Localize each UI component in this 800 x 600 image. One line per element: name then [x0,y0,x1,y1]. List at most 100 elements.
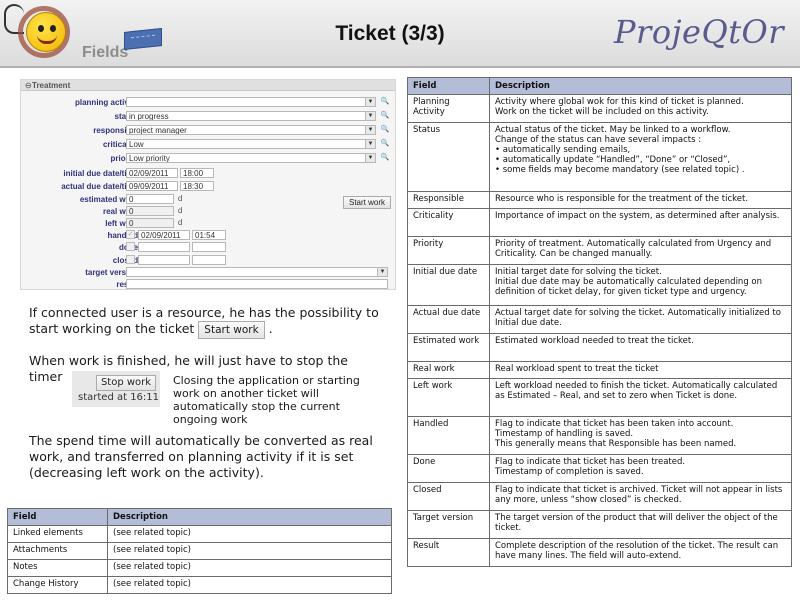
initial-due-date-input[interactable]: 02/09/2011 [126,168,178,178]
field-cell: Result [407,538,490,567]
description-line: Actual target date for solving the ticke… [495,308,781,328]
field-cell: Actual due date [407,305,490,334]
search-icon[interactable]: 🔍 [380,153,390,163]
treatment-section-header[interactable]: ⊖Treatment [21,80,395,91]
description-line: Flag to indicate that ticket has been ta… [495,419,734,429]
table-row: Priority Priority of treatment. Automatic… [407,236,792,265]
left-work-row: left work : 0 d [21,218,397,229]
search-icon[interactable]: 🔍 [380,111,390,121]
left-work-input: 0 [126,218,174,228]
description-line: The target version of the product that w… [495,513,778,533]
status-select[interactable]: in progress [126,111,366,121]
closed-date-input[interactable] [138,255,190,265]
priority-row: priority : Low priority ▼ 🔍 [21,153,397,164]
field-column-header: Field [7,508,108,526]
table-row: Linked elements (see related topic) [7,525,392,543]
responsible-select[interactable]: project manager [126,125,366,135]
started-at-text: started at 16:11 [78,392,160,403]
handled-date-input[interactable]: 02/09/2011 [138,230,190,240]
field-column-header: Field [407,77,490,95]
real-work-input: 0 [126,206,174,216]
description-line: Flag to indicate that ticket is archived… [495,485,783,505]
search-icon[interactable]: 🔍 [380,97,390,107]
chevron-down-icon[interactable]: ▼ [365,111,376,121]
field-cell: Estimated work [407,333,490,362]
result-row: result : [21,279,397,290]
actual-due-date-row: actual due date/time : 09/09/2011 18:30 [21,181,397,192]
left-work-unit: d [178,218,183,227]
field-cell: Attachments [7,542,108,560]
description-cell: Left workload needed to finish the ticke… [489,378,792,417]
search-icon[interactable]: 🔍 [380,139,390,149]
description-cell: Flag to indicate that ticket is archived… [489,482,792,511]
table-row: Handled Flag to indicate that ticket has … [407,416,792,455]
field-cell: Target version [407,510,490,539]
table-row: Actual due date Actual target date for so… [407,305,792,334]
description-bullet: some fields may become mandatory (see re… [495,165,786,175]
treatment-section: ⊖Treatment planning activity : ▼ 🔍 statu… [20,79,396,290]
target-version-select[interactable] [126,267,378,277]
description-line: Estimated workload needed to treat the t… [495,336,694,346]
planning-activity-select[interactable] [126,97,366,107]
table-row: Estimated work Estimated workload needed … [407,333,792,362]
chevron-down-icon[interactable]: ▼ [377,267,388,277]
closed-time-input[interactable] [192,255,226,265]
chevron-down-icon[interactable]: ▼ [365,97,376,107]
result-textarea[interactable] [126,279,388,289]
closed-row: closed : [21,255,397,266]
actual-due-date-input[interactable]: 09/09/2011 [126,181,178,191]
criticality-select[interactable]: Low [126,139,366,149]
description-line: Change of the status can have several im… [495,135,702,145]
description-cell: Actual status of the ticket. May be link… [489,122,792,192]
priority-select[interactable]: Low priority [126,153,366,163]
done-time-input[interactable] [192,242,226,252]
target-version-row: target version : ▼ [21,267,397,278]
chevron-down-icon[interactable]: ▼ [365,139,376,149]
start-work-button[interactable]: Start work [343,196,391,209]
description-line: Initial due date may be automatically ca… [495,277,763,297]
closed-checkbox[interactable] [126,255,135,264]
initial-due-time-input[interactable]: 18:00 [180,168,214,178]
table-row: Planning Activity Activity where global w… [407,94,792,123]
start-work-paragraph: If connected user is a resource, he has … [29,305,379,339]
done-checkbox[interactable] [126,242,135,251]
field-cell: Criticality [407,208,490,237]
description-cell: (see related topic) [107,542,392,560]
search-icon[interactable]: 🔍 [380,125,390,135]
related-fields-table: Field Description Linked elements (see r… [7,508,392,594]
description-cell: Importance of impact on the system, as d… [489,208,792,237]
field-cell: Notes [7,559,108,577]
estimated-work-input[interactable]: 0 [126,194,174,204]
description-bullet: automatically update “Handled”, “Done” o… [495,155,786,165]
field-cell: Priority [407,236,490,265]
collapse-icon[interactable]: ⊖ [25,80,32,91]
table-row: Status Actual status of the ticket. May b… [407,122,792,192]
logo-fields-text: Fields [82,44,129,61]
stop-work-button[interactable]: Stop work [96,375,156,391]
start-work-inline-button[interactable]: Start work [198,321,265,339]
criticality-row: criticality : Low ▼ 🔍 [21,139,397,150]
chevron-down-icon[interactable]: ▼ [365,153,376,163]
table-row: Closed Flag to indicate that ticket is ar… [407,482,792,511]
handled-time-input[interactable]: 01:54 [192,230,226,240]
responsible-row: responsible : project manager ▼ 🔍 [21,125,397,136]
description-line: This generally means that Responsible ha… [495,439,737,449]
stop-work-widget: Stop work started at 16:11 [72,371,160,407]
description-cell: Initial target date for solving the tick… [489,264,792,306]
smiley-icon [26,12,66,52]
chevron-down-icon[interactable]: ▼ [365,125,376,135]
field-cell: Status [407,122,490,192]
field-cell: Real work [407,361,490,379]
description-bullet: automatically sending emails, [495,145,786,155]
auto-stop-note: Closing the application or starting work… [173,374,360,426]
description-line: Resource who is responsible for the trea… [495,194,749,204]
estimated-work-unit: d [178,194,183,203]
description-cell: Complete description of the resolution o… [489,538,792,567]
smiley-eye-right [50,25,56,32]
table-row: Criticality Importance of impact on the s… [407,208,792,237]
smiley-mouth [37,35,57,44]
handled-checkbox[interactable]: ✓ [126,230,135,239]
description-line: Initial target date for solving the tick… [495,267,662,277]
done-date-input[interactable] [138,242,190,252]
actual-due-time-input[interactable]: 18:30 [180,181,214,191]
